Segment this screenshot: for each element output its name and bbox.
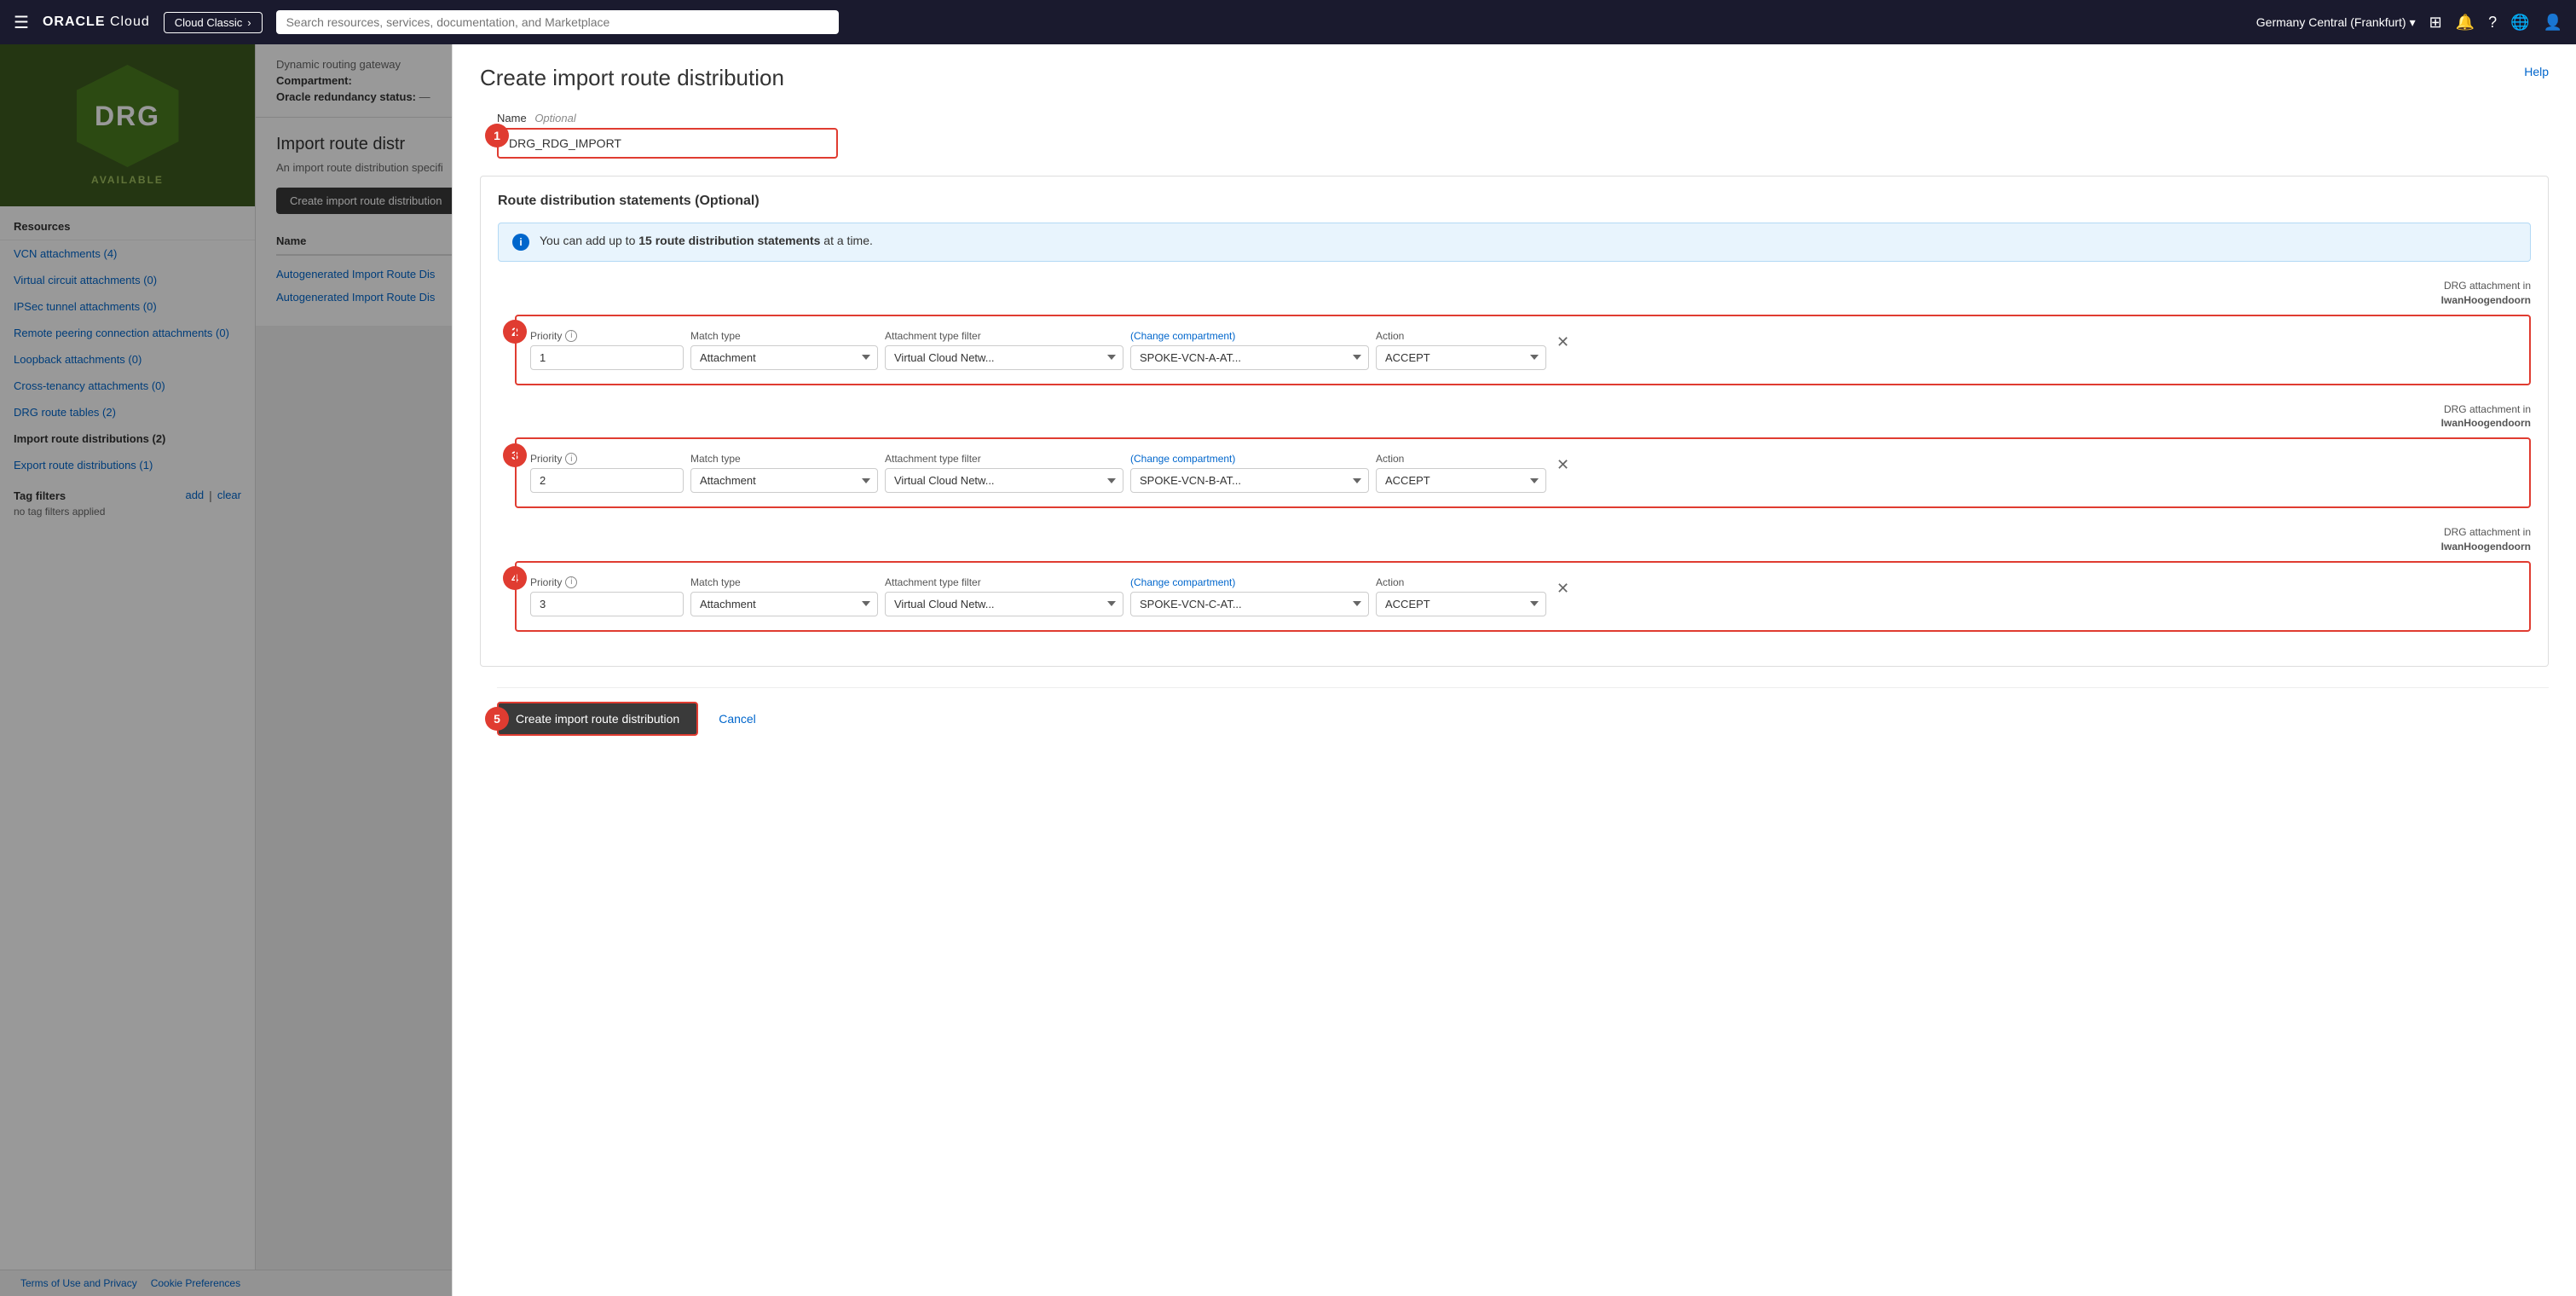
modal-help-link[interactable]: Help	[2524, 65, 2549, 78]
stmt2-match-col: Match type Attachment	[690, 453, 878, 493]
stmt3-match-select[interactable]: Attachment	[690, 592, 878, 616]
stmt3-match-col: Match type Attachment	[690, 576, 878, 616]
stmt2-match-select[interactable]: Attachment	[690, 468, 878, 493]
stmt1-row: Priority i Match type Attachment Attachm…	[530, 330, 2515, 370]
statement-2-wrapper: 3 DRG attachment in IwanHoogendoorn Prio…	[515, 402, 2531, 509]
oracle-logo: ORACLE Cloud	[43, 14, 150, 30]
stmt3-attachment-select[interactable]: SPOKE-VCN-C-AT...	[1130, 592, 1369, 616]
stmt2-priority-col: Priority i	[530, 453, 684, 493]
stmt1-match-col: Match type Attachment	[690, 330, 878, 370]
modal-actions: 5 Create import route distribution Cance…	[497, 687, 2549, 749]
stmt1-action-col: Action ACCEPT	[1376, 330, 1546, 370]
stmt3-change-compartment-link[interactable]: (Change compartment)	[1130, 576, 1369, 588]
stmt3-close-col: ✕	[1553, 576, 1587, 601]
stmt2-close-button[interactable]: ✕	[1553, 453, 1573, 477]
statement-1: Priority i Match type Attachment Attachm…	[515, 315, 2531, 385]
console-icon[interactable]: ⊞	[2429, 14, 2442, 32]
statement-1-wrapper: 2 DRG attachment in IwanHoogendoorn Prio…	[515, 279, 2531, 385]
rds-title: Route distribution statements (Optional)	[498, 194, 2531, 209]
stmt3-priority-col: Priority i	[530, 576, 684, 616]
help-icon[interactable]: ?	[2488, 14, 2497, 32]
statement-2: Priority i Match type Attachment Attachm…	[515, 437, 2531, 508]
priority-info-icon: i	[565, 330, 577, 342]
stmt1-action-select[interactable]: ACCEPT	[1376, 345, 1546, 370]
stmt1-filter-select[interactable]: Virtual Cloud Netw...	[885, 345, 1123, 370]
stmt2-action-col: Action ACCEPT	[1376, 453, 1546, 493]
stmt2-close-col: ✕	[1553, 453, 1587, 477]
stmt1-close-button[interactable]: ✕	[1553, 330, 1573, 355]
stmt3-close-button[interactable]: ✕	[1553, 576, 1573, 601]
stmt3-filter-select[interactable]: Virtual Cloud Netw...	[885, 592, 1123, 616]
modal-title: Create import route distribution	[480, 65, 784, 91]
modal-header: Create import route distribution Help	[480, 65, 2549, 91]
stmt1-attachment-select[interactable]: SPOKE-VCN-A-AT...	[1130, 345, 1369, 370]
stmt2-drg-info: DRG attachment in IwanHoogendoorn	[515, 402, 2531, 431]
bell-icon[interactable]: 🔔	[2456, 14, 2475, 32]
stmt3-filter-col: Attachment type filter Virtual Cloud Net…	[885, 576, 1123, 616]
modal-create-button[interactable]: Create import route distribution	[497, 702, 698, 736]
user-avatar[interactable]: 👤	[2544, 14, 2562, 32]
stmt2-attachment-col: (Change compartment) SPOKE-VCN-B-AT...	[1130, 453, 1369, 493]
name-label: Name Optional	[497, 112, 2549, 124]
name-field-group: 1 Name Optional	[497, 112, 2549, 159]
stmt3-attachment-col: (Change compartment) SPOKE-VCN-C-AT...	[1130, 576, 1369, 616]
stmt2-change-compartment-link[interactable]: (Change compartment)	[1130, 453, 1369, 465]
stmt3-action-col: Action ACCEPT	[1376, 576, 1546, 616]
stmt2-filter-select[interactable]: Virtual Cloud Netw...	[885, 468, 1123, 493]
stmt1-close-col: ✕	[1553, 330, 1587, 355]
stmt1-change-compartment-link[interactable]: (Change compartment)	[1130, 330, 1369, 342]
stmt2-filter-col: Attachment type filter Virtual Cloud Net…	[885, 453, 1123, 493]
cloud-classic-button[interactable]: Cloud Classic ›	[164, 12, 263, 33]
globe-icon[interactable]: 🌐	[2510, 14, 2529, 32]
region-selector[interactable]: Germany Central (Frankfurt) ▾	[2256, 15, 2416, 30]
modal-panel: Create import route distribution Help 1 …	[452, 44, 2576, 1296]
rds-section: Route distribution statements (Optional)…	[480, 176, 2549, 667]
priority3-info-icon: i	[565, 576, 577, 588]
nav-right-area: Germany Central (Frankfurt) ▾ ⊞ 🔔 ? 🌐 👤	[2256, 14, 2562, 32]
stmt2-row: Priority i Match type Attachment Attachm…	[530, 453, 2515, 493]
stmt1-attachment-col: (Change compartment) SPOKE-VCN-A-AT...	[1130, 330, 1369, 370]
info-banner: i You can add up to 15 route distributio…	[498, 223, 2531, 262]
stmt1-drg-info: DRG attachment in IwanHoogendoorn	[515, 279, 2531, 308]
stmt3-action-select[interactable]: ACCEPT	[1376, 592, 1546, 616]
stmt3-row: Priority i Match type Attachment Attachm…	[530, 576, 2515, 616]
stmt3-drg-info: DRG attachment in IwanHoogendoorn	[515, 525, 2531, 554]
priority2-info-icon: i	[565, 453, 577, 465]
top-navigation: ☰ ORACLE Cloud Cloud Classic › Germany C…	[0, 0, 2576, 44]
stmt1-match-select[interactable]: Attachment	[690, 345, 878, 370]
modal-cancel-button[interactable]: Cancel	[712, 705, 763, 732]
stmt1-filter-col: Attachment type filter Virtual Cloud Net…	[885, 330, 1123, 370]
name-input[interactable]	[497, 128, 838, 159]
stmt2-priority-input[interactable]	[530, 468, 684, 493]
step1-badge: 1	[485, 124, 509, 148]
stmt3-priority-input[interactable]	[530, 592, 684, 616]
statement-3-wrapper: 4 DRG attachment in IwanHoogendoorn Prio…	[515, 525, 2531, 632]
info-icon: i	[512, 234, 529, 251]
stmt1-priority-input[interactable]	[530, 345, 684, 370]
statement-3: Priority i Match type Attachment Attachm…	[515, 561, 2531, 632]
step5-badge: 5	[485, 707, 509, 731]
global-search-input[interactable]	[276, 10, 839, 34]
stmt2-action-select[interactable]: ACCEPT	[1376, 468, 1546, 493]
hamburger-icon[interactable]: ☰	[14, 12, 29, 33]
stmt2-attachment-select[interactable]: SPOKE-VCN-B-AT...	[1130, 468, 1369, 493]
stmt1-priority-col: Priority i	[530, 330, 684, 370]
